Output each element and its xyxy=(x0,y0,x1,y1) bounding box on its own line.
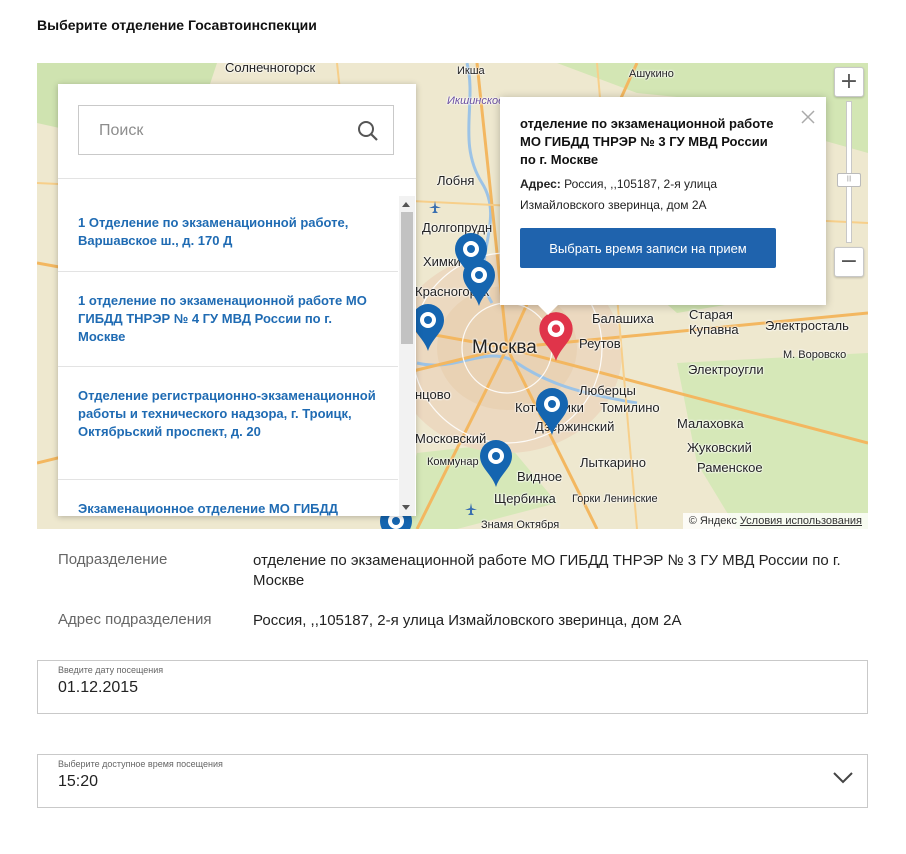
map-label: нцово xyxy=(415,387,451,402)
visit-time-caption: Выберите доступное время посещения xyxy=(58,759,223,769)
office-pin[interactable] xyxy=(478,438,514,488)
balloon-tail xyxy=(538,305,558,315)
balloon-address: Адрес: Россия, ,,105187, 2-я улица Измай… xyxy=(520,174,800,216)
map-label: Москва xyxy=(472,337,537,358)
list-scrollbar[interactable] xyxy=(399,196,415,516)
search-icon[interactable] xyxy=(357,120,379,142)
office-pin[interactable] xyxy=(534,386,570,436)
map-label: Коммунар xyxy=(427,456,479,468)
scroll-down-icon[interactable] xyxy=(402,505,410,510)
zoom-control: + ||| − xyxy=(834,67,864,279)
list-item[interactable]: Экзаменационное отделение МО ГИБДД xyxy=(58,480,398,516)
map-label: Электросталь xyxy=(765,318,849,333)
visit-date-caption: Введите дату посещения xyxy=(58,665,164,675)
zoom-in-button[interactable]: + xyxy=(834,67,864,97)
map-label: Знамя Октября xyxy=(481,519,560,529)
address-value: Россия, ,,105187, 2-я улица Измайловског… xyxy=(253,612,682,629)
zoom-slider-track[interactable] xyxy=(846,101,852,243)
office-balloon: отделение по экзаменационной работе МО Г… xyxy=(500,97,826,315)
map-label: Икшинское xyxy=(447,95,505,107)
close-icon[interactable] xyxy=(800,109,816,125)
visit-time-value[interactable]: 15:20 xyxy=(58,773,98,791)
map-label: Малаховка xyxy=(677,416,744,431)
map-label: Лыткарино xyxy=(580,455,646,470)
office-list-panel: 1 Отделение по экзаменационной работе, В… xyxy=(58,84,416,516)
division-label: Подразделение xyxy=(58,551,168,568)
map-label: Лобня xyxy=(437,173,475,188)
balloon-title: отделение по экзаменационной работе МО Г… xyxy=(520,116,774,167)
terms-link[interactable]: Условия использования xyxy=(740,515,862,527)
map-label: Щербинка xyxy=(494,491,556,506)
balloon-address-label: Адрес: xyxy=(520,177,561,191)
map-label: Балашиха xyxy=(592,311,654,326)
scroll-thumb[interactable] xyxy=(401,212,413,344)
airport-icon xyxy=(429,201,441,213)
office-pin[interactable] xyxy=(461,257,497,307)
selected-office-pin[interactable] xyxy=(537,310,573,361)
select-time-button[interactable]: Выбрать время записи на прием xyxy=(520,228,776,268)
divider xyxy=(58,178,416,179)
search-input[interactable] xyxy=(79,106,371,156)
map-label: Московский xyxy=(415,431,487,446)
scroll-up-icon[interactable] xyxy=(402,202,410,207)
map-label: М. Воровско xyxy=(783,349,847,361)
airport-icon xyxy=(465,503,477,515)
map-label: Ашукино xyxy=(629,68,674,80)
map-label: Раменское xyxy=(697,460,763,475)
list-item[interactable]: 1 отделение по экзаменационной работе МО… xyxy=(58,272,398,367)
map-label: Электроугли xyxy=(688,362,764,377)
map-label: Солнечногорск xyxy=(225,63,316,75)
chevron-down-icon[interactable] xyxy=(833,772,853,784)
division-value: отделение по экзаменационной работе МО Г… xyxy=(253,552,841,589)
map-label: Горки Ленинские xyxy=(572,493,658,505)
map-label: Икша xyxy=(457,65,485,77)
visit-date-value[interactable]: 01.12.2015 xyxy=(58,679,138,697)
copyright-text: © Яндекс xyxy=(688,515,737,527)
page-title: Выберите отделение Госавтоинспекции xyxy=(37,17,317,33)
visit-date-field[interactable]: Введите дату посещения 01.12.2015 xyxy=(37,660,868,714)
map-label: Жуковский xyxy=(687,440,752,455)
map-label: Люберцы xyxy=(579,383,636,398)
map-label: Реутов xyxy=(579,336,621,351)
list-item[interactable]: Отделение регистрационно-экзаменационной… xyxy=(58,367,398,480)
visit-time-select[interactable]: Выберите доступное время посещения 15:20 xyxy=(37,754,868,808)
map-label: Томилино xyxy=(600,400,660,415)
map-label: Старая Купавна xyxy=(689,307,739,337)
search-box xyxy=(78,105,394,156)
map-copyright: © Яндекс Условия использования xyxy=(682,513,868,529)
office-list[interactable]: 1 Отделение по экзаменационной работе, В… xyxy=(58,196,398,516)
zoom-slider-handle[interactable]: ||| xyxy=(837,173,861,187)
map-label: Видное xyxy=(517,469,563,484)
address-label: Адрес подразделения xyxy=(58,611,212,628)
zoom-out-button[interactable]: − xyxy=(834,247,864,277)
list-item[interactable]: 1 Отделение по экзаменационной работе, В… xyxy=(58,196,398,272)
